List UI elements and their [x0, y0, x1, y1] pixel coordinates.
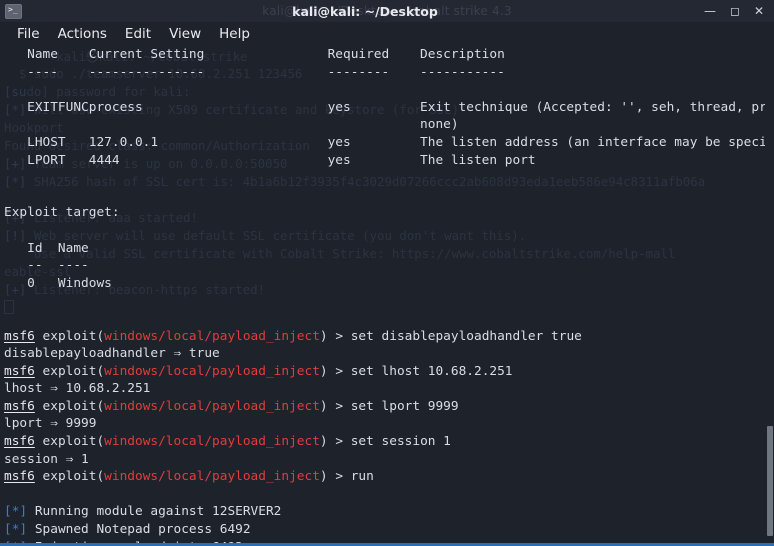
scrollbar-track[interactable]	[765, 46, 774, 546]
terminal-text: Name Current Setting Required Descriptio…	[4, 47, 774, 546]
minimize-button[interactable]: —	[704, 5, 716, 17]
menu-item-help[interactable]: Help	[210, 24, 259, 44]
window-title: kali@kali: ~/Desktop	[292, 3, 438, 19]
terminal-window: kali@kali: ~/Desktop — cobalt strike 4.3…	[0, 0, 774, 546]
menu-item-edit[interactable]: Edit	[116, 24, 160, 44]
menu-item-file[interactable]: File	[8, 24, 49, 44]
scrollbar-thumb[interactable]	[767, 426, 773, 536]
window-controls: — ◻ ✕	[704, 5, 774, 17]
terminal-output-area[interactable]: kali㉿kali: ~/cobaltstrike $ sudo ./teams…	[0, 46, 774, 546]
menu-item-view[interactable]: View	[160, 24, 210, 44]
title-bar: kali@kali: ~/Desktop — cobalt strike 4.3…	[0, 0, 774, 22]
close-button[interactable]: ✕	[754, 5, 764, 17]
terminal-icon-glyph: >_	[8, 4, 18, 14]
terminal-app-icon: >_	[5, 3, 22, 19]
menu-item-actions[interactable]: Actions	[49, 24, 116, 44]
maximize-button[interactable]: ◻	[730, 5, 740, 17]
menu-bar: File Actions Edit View Help	[0, 22, 774, 46]
